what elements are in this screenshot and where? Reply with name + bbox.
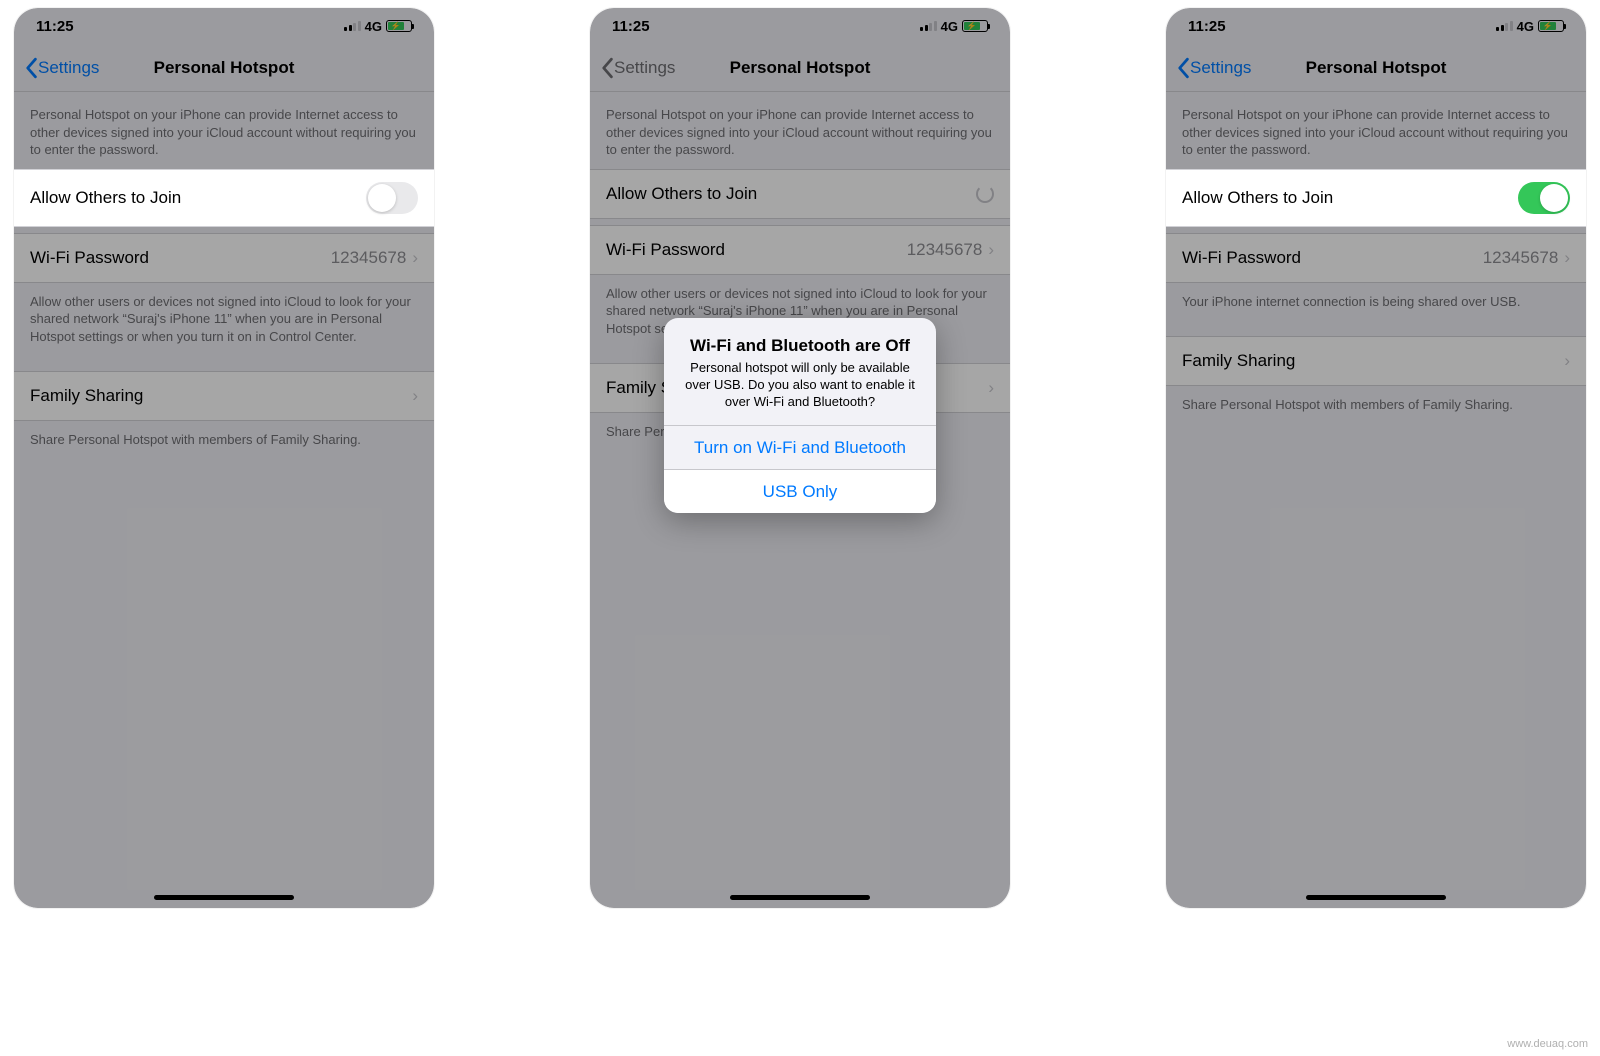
allow-others-toggle[interactable] — [1518, 182, 1570, 214]
alert-title: Wi-Fi and Bluetooth are Off — [680, 336, 920, 356]
allow-others-label: Allow Others to Join — [1182, 188, 1333, 208]
wifi-bluetooth-alert: Wi-Fi and Bluetooth are Off Personal hot… — [664, 318, 936, 513]
watermark: www.deuaq.com — [1507, 1038, 1588, 1050]
alert-message: Personal hotspot will only be available … — [680, 360, 920, 411]
screenshot-2: 11:25 4G ⚡ Settings Personal Hotspot Per… — [590, 8, 1010, 908]
allow-others-row[interactable]: Allow Others to Join — [1166, 169, 1586, 227]
screenshot-3: 11:25 4G ⚡ Settings Personal Hotspot Per… — [1166, 8, 1586, 908]
dim-overlay — [14, 8, 434, 908]
turn-on-wifi-bluetooth-button[interactable]: Turn on Wi-Fi and Bluetooth — [664, 425, 936, 469]
allow-others-row[interactable]: Allow Others to Join — [14, 169, 434, 227]
allow-others-toggle[interactable] — [366, 182, 418, 214]
screenshot-1: 11:25 4G ⚡ Settings Personal Hotspot Per… — [14, 8, 434, 908]
allow-others-label: Allow Others to Join — [30, 188, 181, 208]
dim-overlay — [1166, 8, 1586, 908]
usb-only-button[interactable]: USB Only — [664, 469, 936, 513]
